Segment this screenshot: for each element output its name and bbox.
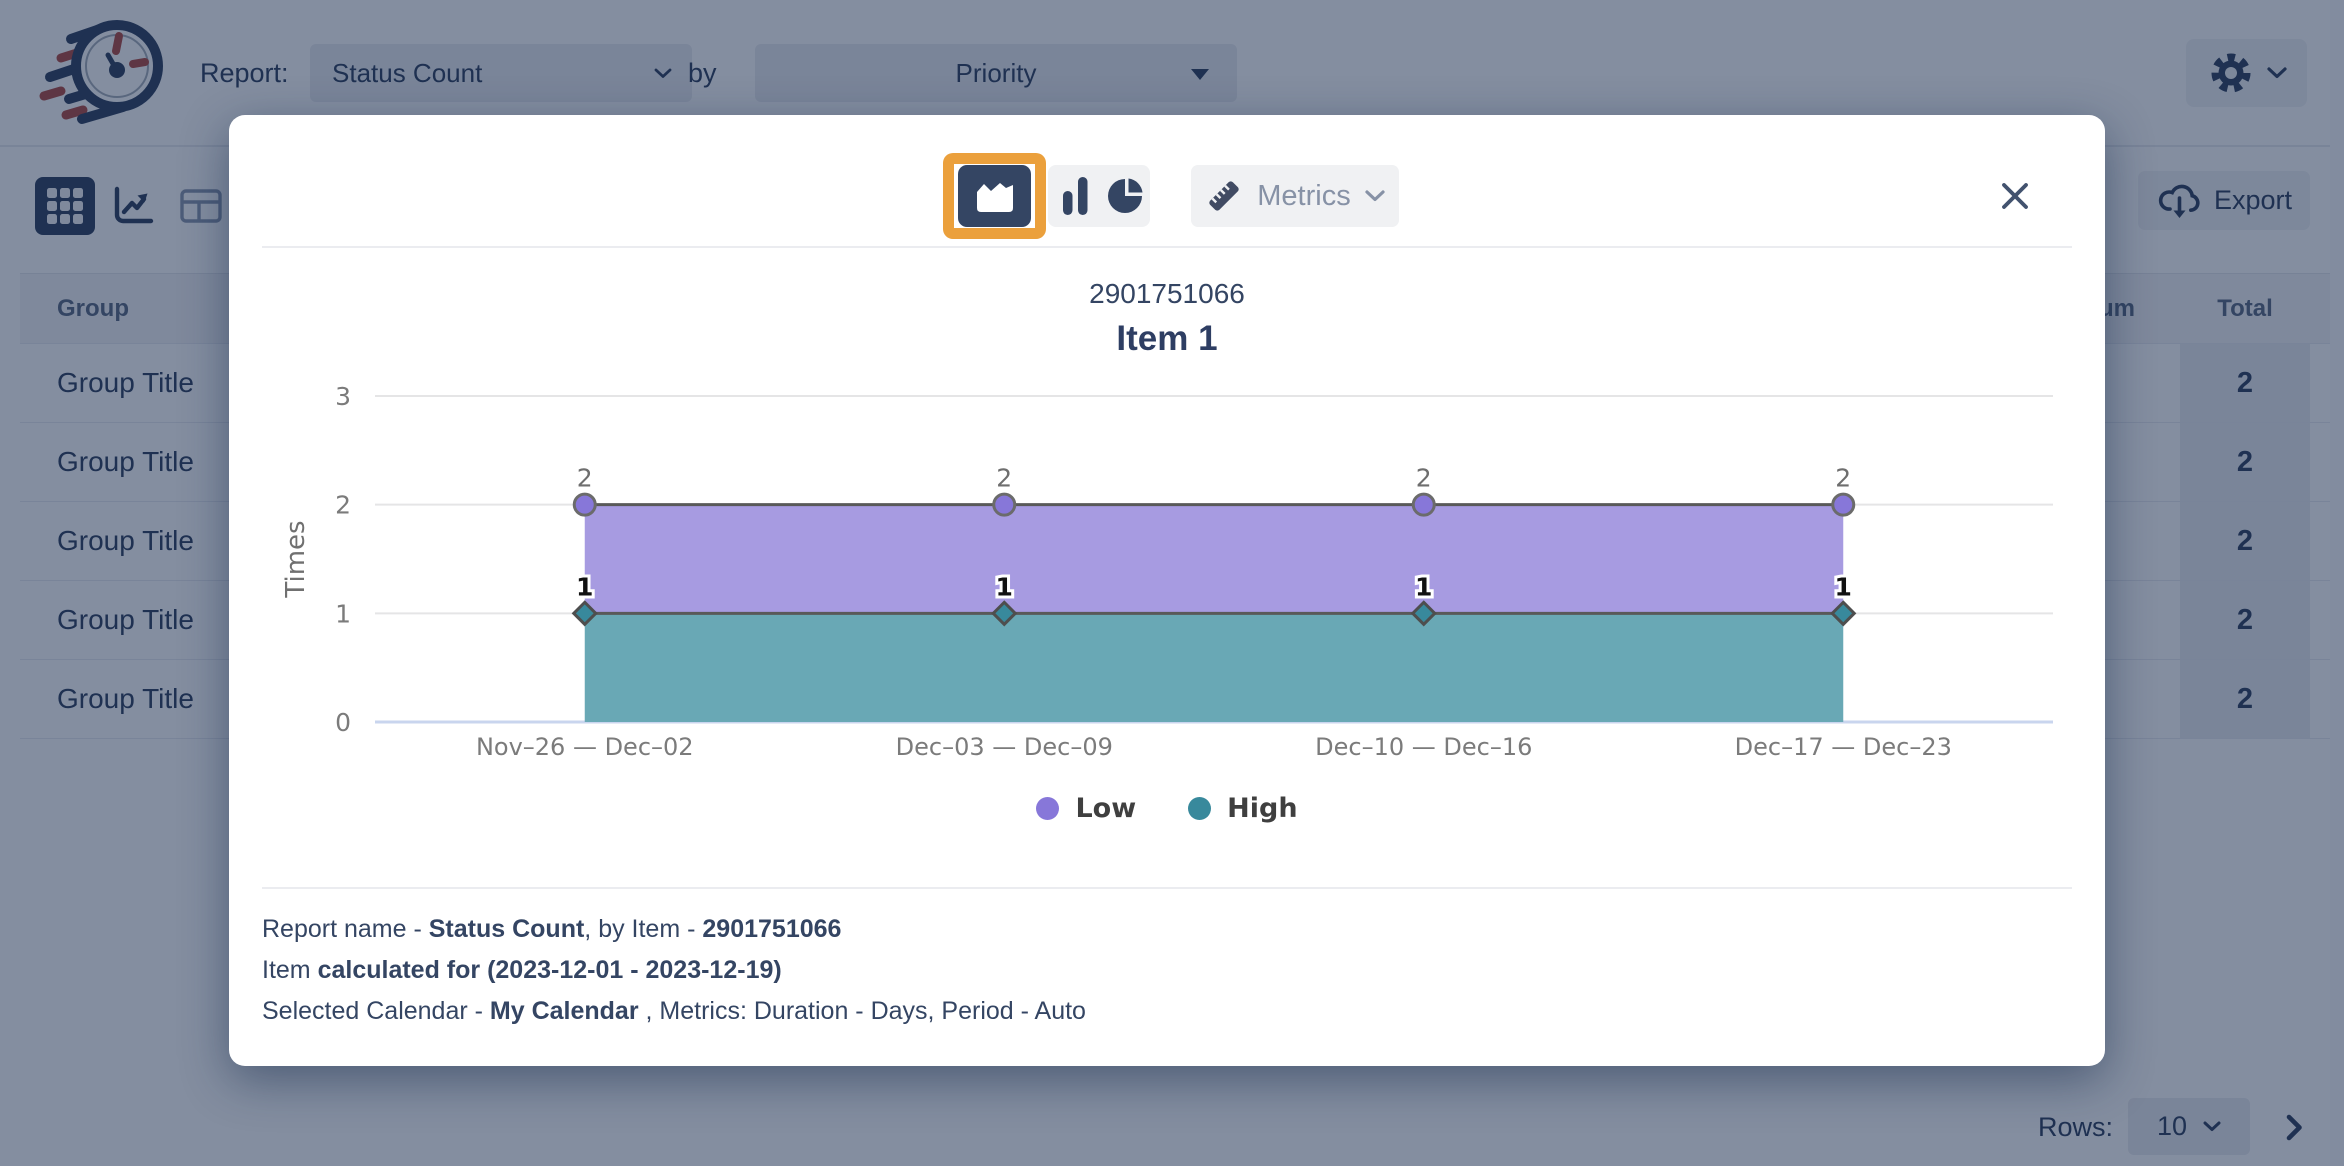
- svg-text:Dec–03 — Dec–09: Dec–03 — Dec–09: [896, 733, 1113, 761]
- svg-text:2: 2: [1835, 464, 1851, 493]
- bar-chart-button[interactable]: [1059, 175, 1093, 217]
- area-chart-icon: [975, 179, 1015, 214]
- close-icon: [1999, 180, 2031, 212]
- pie-chart-icon: [1104, 175, 1146, 217]
- metrics-label: Metrics: [1257, 180, 1350, 213]
- legend-label: Low: [1075, 793, 1136, 824]
- svg-text:0: 0: [335, 708, 351, 737]
- pie-chart-button[interactable]: [1103, 174, 1147, 218]
- svg-text:2: 2: [996, 464, 1012, 493]
- svg-text:Times: Times: [281, 520, 311, 598]
- svg-text:1: 1: [1835, 572, 1852, 601]
- bar-chart-icon: [1061, 175, 1091, 217]
- svg-text:1: 1: [335, 599, 351, 628]
- svg-text:Nov–26 — Dec–02: Nov–26 — Dec–02: [476, 733, 694, 761]
- divider: [262, 887, 2072, 889]
- svg-text:3: 3: [335, 382, 351, 411]
- legend-dot: [1188, 797, 1211, 820]
- legend-item-high[interactable]: High: [1188, 793, 1297, 824]
- metrics-icon: [1205, 177, 1243, 215]
- svg-text:1: 1: [1415, 572, 1432, 601]
- chart-subtitle: Item 1: [229, 319, 2105, 359]
- legend-item-low[interactable]: Low: [1036, 793, 1136, 824]
- svg-text:Dec–10 — Dec–16: Dec–10 — Dec–16: [1315, 733, 1532, 761]
- chart-modal: Metrics 2901751066 Item 1 0 1 2 3 Times Nov–2…: [229, 115, 2105, 1066]
- metrics-button[interactable]: Metrics: [1191, 165, 1399, 227]
- svg-text:2: 2: [335, 491, 351, 520]
- svg-text:1: 1: [576, 572, 593, 601]
- highlight-annotation: [943, 153, 1046, 239]
- report-summary: Report name - Status Count, by Item - 29…: [262, 909, 1086, 1032]
- svg-text:Dec–17 — Dec–23: Dec–17 — Dec–23: [1735, 733, 1952, 761]
- screen: Report: Status Count by Priority: [0, 0, 2344, 1166]
- chevron-down-icon: [1365, 190, 1385, 202]
- divider: [262, 246, 2072, 248]
- legend-label: High: [1227, 793, 1297, 824]
- area-chart-button[interactable]: [958, 165, 1031, 227]
- legend-dot: [1036, 797, 1059, 820]
- chart-legend: Low High: [229, 793, 2105, 824]
- svg-text:2: 2: [1416, 464, 1432, 493]
- svg-text:2: 2: [577, 464, 593, 493]
- svg-text:1: 1: [996, 572, 1013, 601]
- close-button[interactable]: [1991, 172, 2039, 220]
- area-chart: 0 1 2 3 Times Nov–26 — Dec–02 Dec–03 — Dec–09 D…: [262, 370, 2072, 780]
- chart-title: 2901751066: [229, 278, 2105, 310]
